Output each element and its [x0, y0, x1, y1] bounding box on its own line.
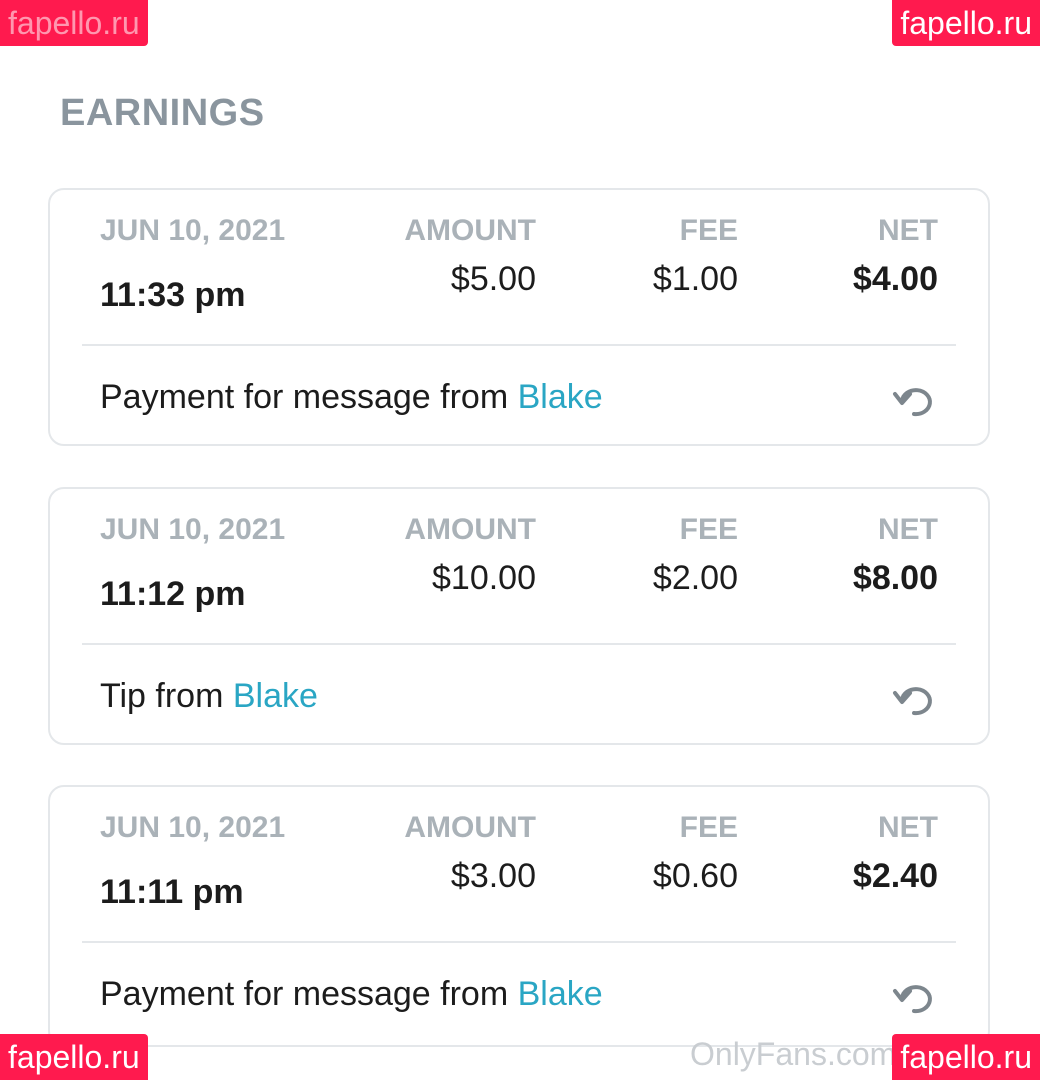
transaction-time: 11:33 pm [100, 276, 246, 314]
transaction-date: JUN 10, 2021 [100, 513, 286, 546]
net-value: $8.00 [852, 559, 938, 597]
fee-header: FEE [679, 214, 738, 247]
transaction-description: Tip from Blake [100, 677, 318, 716]
user-link[interactable]: Blake [233, 677, 318, 715]
user-link[interactable]: Blake [518, 378, 603, 416]
fee-value: $1.00 [652, 260, 738, 298]
undo-icon[interactable] [892, 680, 936, 720]
fee-value: $0.60 [652, 857, 738, 895]
amount-value: $3.00 [450, 857, 536, 895]
amount-value: $5.00 [450, 260, 536, 298]
transaction-date: JUN 10, 2021 [100, 811, 286, 844]
site-watermark: OnlyFans.com [690, 1036, 897, 1072]
net-value: $4.00 [852, 260, 938, 298]
net-header: NET [878, 811, 938, 844]
net-header: NET [878, 513, 938, 546]
watermark-badge: fapello.ru [0, 1034, 148, 1080]
undo-icon[interactable] [892, 381, 936, 421]
watermark-badge: fapello.ru [892, 0, 1040, 46]
transaction-description: Payment for message from Blake [100, 378, 603, 417]
description-text: Payment for message from [100, 378, 509, 416]
card-divider [82, 643, 956, 645]
card-divider [82, 344, 956, 346]
amount-header: AMOUNT [404, 811, 536, 844]
card-divider [82, 941, 956, 943]
transaction-card: JUN 10, 2021 AMOUNT FEE NET 11:33 pm $5.… [48, 188, 990, 446]
transaction-time: 11:11 pm [100, 873, 244, 911]
transaction-card: JUN 10, 2021 AMOUNT FEE NET 11:12 pm $10… [48, 487, 990, 745]
transaction-time: 11:12 pm [100, 575, 246, 613]
amount-header: AMOUNT [404, 214, 536, 247]
watermark-badge: fapello.ru [0, 0, 148, 46]
description-text: Tip from [100, 677, 224, 715]
earnings-page: EARNINGS JUN 10, 2021 AMOUNT FEE NET 11:… [0, 0, 1040, 1080]
transaction-description: Payment for message from Blake [100, 975, 603, 1014]
watermark-badge: fapello.ru [892, 1034, 1040, 1080]
amount-header: AMOUNT [404, 513, 536, 546]
fee-header: FEE [679, 513, 738, 546]
amount-value: $10.00 [432, 559, 536, 597]
transaction-date: JUN 10, 2021 [100, 214, 286, 247]
fee-value: $2.00 [652, 559, 738, 597]
page-title: EARNINGS [60, 92, 265, 134]
net-header: NET [878, 214, 938, 247]
user-link[interactable]: Blake [518, 975, 603, 1013]
transaction-card: JUN 10, 2021 AMOUNT FEE NET 11:11 pm $3.… [48, 785, 990, 1047]
description-text: Payment for message from [100, 975, 509, 1013]
undo-icon[interactable] [892, 978, 936, 1018]
net-value: $2.40 [852, 857, 938, 895]
fee-header: FEE [679, 811, 738, 844]
